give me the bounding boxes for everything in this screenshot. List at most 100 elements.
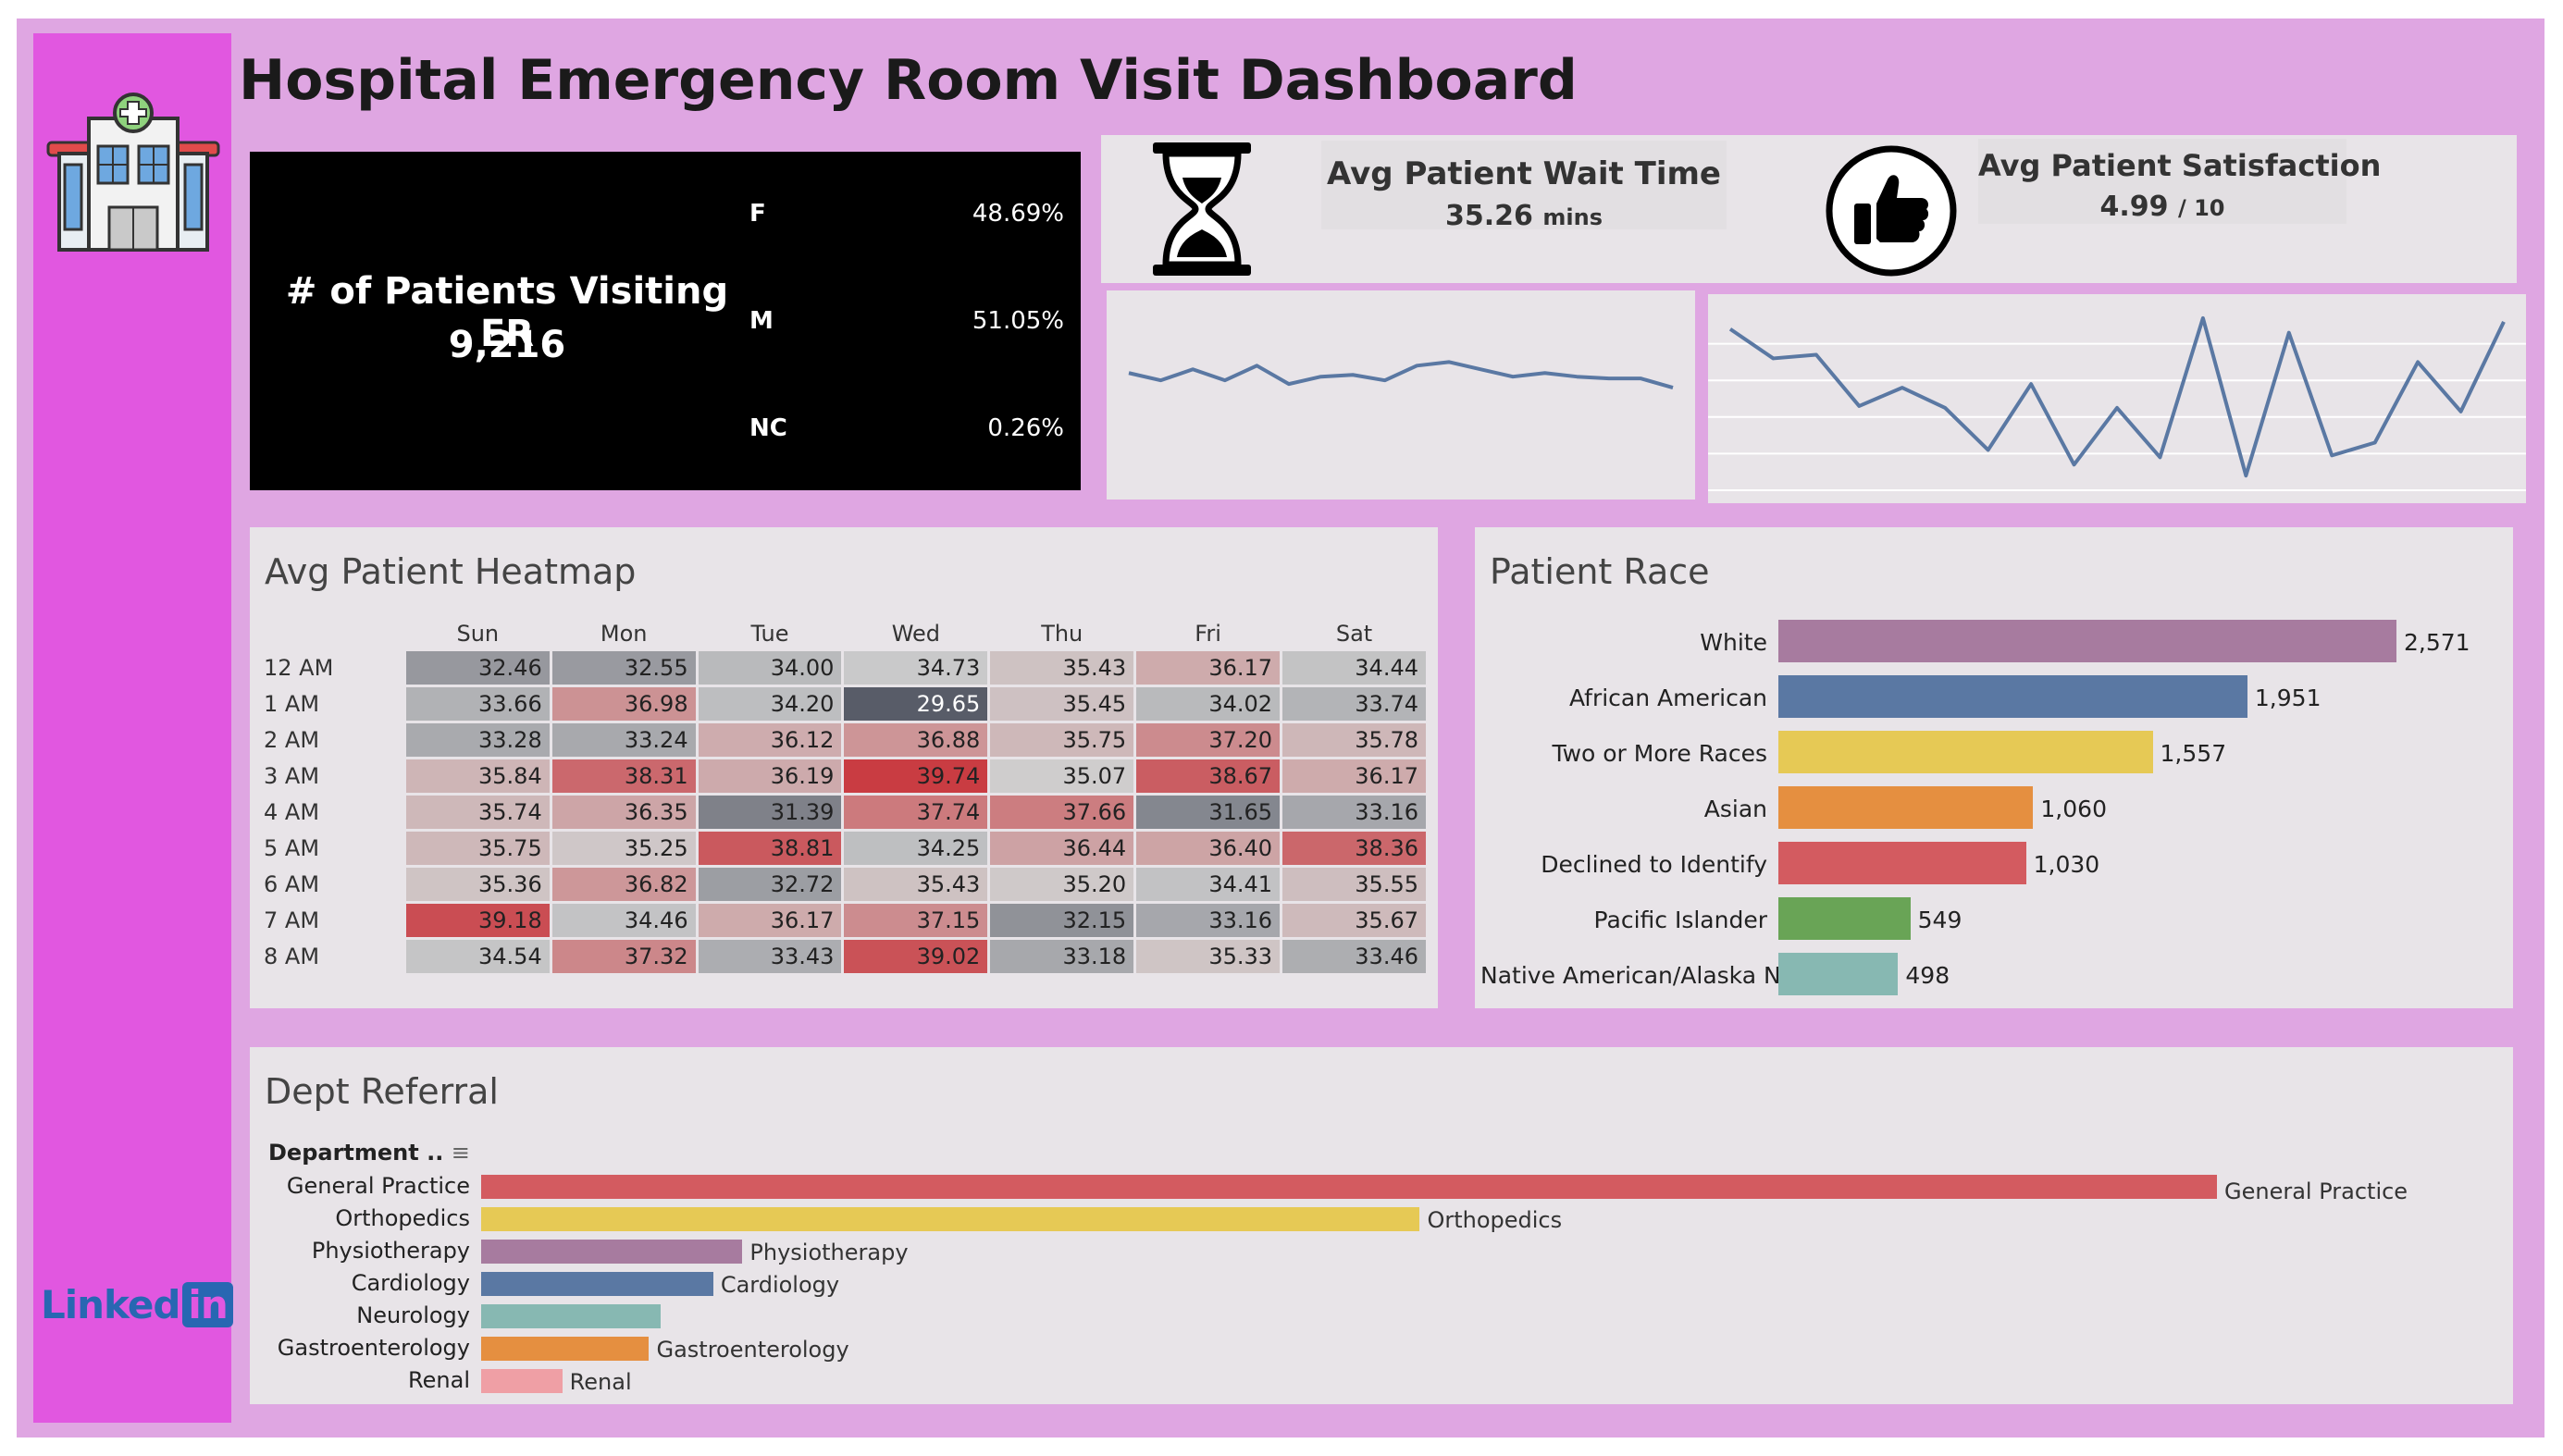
heatmap-cell[interactable]: 34.25 — [844, 832, 988, 865]
heatmap-cell[interactable]: 32.55 — [551, 651, 696, 685]
heatmap-cell[interactable]: 33.74 — [1282, 687, 1426, 721]
heatmap-cell[interactable]: 35.78 — [1282, 723, 1426, 757]
heatmap-cell[interactable]: 35.43 — [990, 651, 1134, 685]
heatmap-cell[interactable]: 33.16 — [1136, 904, 1281, 937]
heatmap-cell[interactable]: 39.02 — [844, 940, 988, 973]
heatmap-cell[interactable]: 33.24 — [551, 723, 696, 757]
heatmap-col-label: Mon — [600, 621, 648, 647]
race-value: 498 — [1905, 962, 1950, 989]
dept-bar[interactable] — [481, 1272, 713, 1296]
heatmap-cell[interactable]: 34.44 — [1282, 651, 1426, 685]
heatmap-cell[interactable]: 35.74 — [405, 796, 550, 829]
heatmap-cell[interactable]: 36.35 — [551, 796, 696, 829]
heatmap-cell[interactable]: 37.15 — [844, 904, 988, 937]
heatmap-cell[interactable]: 36.17 — [1282, 759, 1426, 793]
heatmap-cell[interactable]: 36.82 — [551, 868, 696, 901]
heatmap-cell[interactable]: 35.84 — [405, 759, 550, 793]
heatmap-cell[interactable]: 32.46 — [405, 651, 550, 685]
heatmap-cell[interactable]: 38.36 — [1282, 832, 1426, 865]
heatmap-cell[interactable]: 35.75 — [405, 832, 550, 865]
race-bar[interactable] — [1778, 675, 2247, 718]
heatmap-cell[interactable]: 33.43 — [698, 940, 842, 973]
satisfaction-value-line: 4.99 / 10 — [1978, 191, 2346, 223]
heatmap-cell[interactable]: 36.40 — [1136, 832, 1281, 865]
heatmap-cell[interactable]: 33.28 — [405, 723, 550, 757]
wait-time-value: 35.26 — [1445, 200, 1533, 232]
heatmap-cell[interactable]: 34.02 — [1136, 687, 1281, 721]
race-value: 1,060 — [2040, 796, 2107, 822]
heatmap-cell[interactable]: 36.19 — [698, 759, 842, 793]
heatmap-cell[interactable]: 32.15 — [990, 904, 1134, 937]
heatmap-cell[interactable]: 32.72 — [698, 868, 842, 901]
linkedin-logo[interactable]: Linked in — [41, 1282, 233, 1327]
dept-bar-label: General Practice — [2224, 1178, 2408, 1204]
dept-bar-label: Physiotherapy — [749, 1240, 909, 1265]
race-bar[interactable] — [1778, 897, 1911, 940]
wait-time-unit: mins — [1542, 204, 1603, 230]
heatmap-cell[interactable]: 34.20 — [698, 687, 842, 721]
heatmap-cell[interactable]: 36.44 — [990, 832, 1134, 865]
heatmap-cell[interactable]: 39.18 — [405, 904, 550, 937]
wait-time-label: Avg Patient Wait Time — [1327, 155, 1721, 192]
heatmap-cell[interactable]: 35.67 — [1282, 904, 1426, 937]
heatmap-row: 3 AM 35.84 38.31 36.19 39.74 35.07 38.67 36.17 — [260, 759, 1426, 793]
heatmap-cell[interactable]: 35.25 — [551, 832, 696, 865]
heatmap-cell[interactable]: 35.33 — [1136, 940, 1281, 973]
dept-label: Neurology — [356, 1302, 470, 1328]
satisfaction-value: 4.99 — [2099, 191, 2169, 223]
heatmap-cell[interactable]: 35.07 — [990, 759, 1134, 793]
dept-bar[interactable] — [481, 1240, 743, 1264]
heatmap-cell[interactable]: 33.18 — [990, 940, 1134, 973]
race-bar[interactable] — [1778, 953, 1899, 995]
heatmap-cell[interactable]: 35.55 — [1282, 868, 1426, 901]
race-bar[interactable] — [1778, 786, 2034, 829]
heatmap-cell[interactable]: 37.74 — [844, 796, 988, 829]
heatmap-cell[interactable]: 36.17 — [698, 904, 842, 937]
heatmap-cell[interactable]: 33.46 — [1282, 940, 1426, 973]
heatmap-body: 12 AM 32.46 32.55 34.00 34.73 35.43 36.17 34.44… — [260, 651, 1426, 973]
hourglass-icon — [1153, 142, 1251, 276]
dept-bar[interactable] — [481, 1207, 1420, 1231]
heatmap-cell[interactable]: 38.81 — [698, 832, 842, 865]
heatmap-cell[interactable]: 37.32 — [551, 940, 696, 973]
heatmap-cell[interactable]: 36.12 — [698, 723, 842, 757]
heatmap-cell[interactable]: 36.88 — [844, 723, 988, 757]
heatmap-cell[interactable]: 35.75 — [990, 723, 1134, 757]
heatmap-cell[interactable]: 35.20 — [990, 868, 1134, 901]
dept-bar[interactable] — [481, 1304, 661, 1328]
heatmap-cell[interactable]: 31.39 — [698, 796, 842, 829]
heatmap-cell[interactable]: 37.20 — [1136, 723, 1281, 757]
heatmap-cell[interactable]: 34.46 — [551, 904, 696, 937]
heatmap-cell[interactable]: 34.73 — [844, 651, 988, 685]
heatmap-cell[interactable]: 38.31 — [551, 759, 696, 793]
heatmap-cell[interactable]: 36.17 — [1136, 651, 1281, 685]
heatmap-cell[interactable]: 34.41 — [1136, 868, 1281, 901]
heatmap-cell[interactable]: 35.36 — [405, 868, 550, 901]
heatmap-row-label: 5 AM — [264, 835, 320, 861]
dept-bar[interactable] — [481, 1175, 2217, 1199]
heatmap-cell[interactable]: 36.98 — [551, 687, 696, 721]
heatmap-cell[interactable]: 29.65 — [844, 687, 988, 721]
race-label: Asian — [1703, 796, 1767, 822]
race-bar[interactable] — [1778, 842, 2026, 884]
heatmap-cell[interactable]: 35.43 — [844, 868, 988, 901]
heatmap-row-label: 1 AM — [264, 691, 320, 717]
heatmap-cell[interactable]: 39.74 — [844, 759, 988, 793]
sort-icon[interactable]: ≡ — [452, 1140, 470, 1166]
race-bar[interactable] — [1778, 731, 2153, 773]
heatmap-cell[interactable]: 31.65 — [1136, 796, 1281, 829]
heatmap-cell[interactable]: 35.45 — [990, 687, 1134, 721]
heatmap-cell[interactable]: 33.16 — [1282, 796, 1426, 829]
heatmap-viewport[interactable]: Sun Mon Tue Wed Thu Fri Sat 12 AM 32.46 32.55 34.… — [257, 616, 1429, 1003]
dept-bar[interactable] — [481, 1337, 650, 1361]
heatmap-cell[interactable]: 34.00 — [698, 651, 842, 685]
heatmap-cell[interactable]: 34.54 — [405, 940, 550, 973]
dept-bar[interactable] — [481, 1369, 563, 1393]
trend-line — [1728, 315, 2506, 478]
dept-axis-header[interactable]: Department .. ≡ — [268, 1140, 470, 1166]
race-bar[interactable] — [1778, 620, 2396, 662]
heatmap-cell[interactable]: 37.66 — [990, 796, 1134, 829]
race-label: Native American/Alaska N.. — [1480, 962, 1796, 989]
heatmap-cell[interactable]: 38.67 — [1136, 759, 1281, 793]
heatmap-cell[interactable]: 33.66 — [405, 687, 550, 721]
